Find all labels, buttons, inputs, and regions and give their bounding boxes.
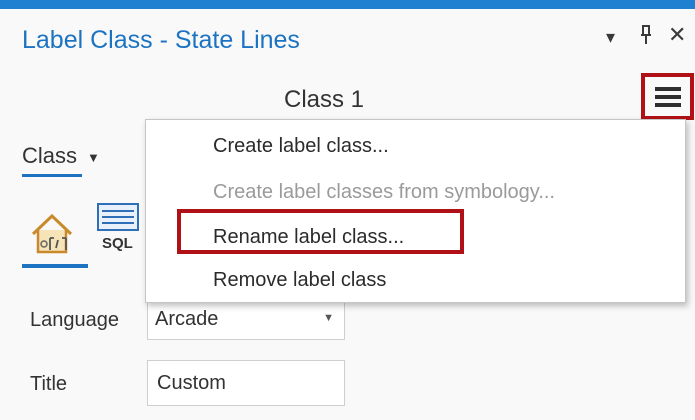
class-tab-dropdown[interactable]: Class ▼: [22, 143, 100, 169]
chevron-down-icon: ▼: [323, 312, 334, 324]
class-menu-button[interactable]: [641, 73, 694, 120]
menu-item-create-label-class[interactable]: Create label class...: [213, 135, 389, 158]
chevron-down-icon: ▼: [87, 149, 100, 165]
close-icon[interactable]: ✕: [668, 24, 686, 46]
menu-item-create-from-symbology: Create label classes from symbology...: [213, 181, 555, 203]
pin-icon[interactable]: [638, 24, 654, 50]
language-select[interactable]: Arcade ▼: [147, 298, 345, 340]
active-tool-underline: [22, 264, 88, 268]
sql-query-icon[interactable]: SQL: [96, 202, 142, 254]
class-name-heading: Class 1: [284, 86, 365, 113]
title-field[interactable]: Custom: [147, 360, 345, 406]
menu-item-remove-label-class[interactable]: Remove label class: [213, 269, 386, 292]
pane-options-dropdown-icon[interactable]: ▾: [606, 28, 615, 46]
title-value: Custom: [157, 371, 226, 394]
pane-top-border: [0, 0, 695, 9]
title-label: Title: [30, 373, 68, 395]
pane-title: Label Class - State Lines: [22, 26, 300, 54]
language-label: Language: [30, 309, 119, 331]
class-tab-label: Class: [22, 143, 78, 168]
hamburger-menu-icon: [654, 86, 681, 107]
rename-highlight-box: [177, 209, 464, 254]
class-tab-underline: [22, 174, 82, 177]
sql-icon-label: SQL: [102, 235, 133, 252]
language-value: Arcade: [155, 307, 219, 330]
label-properties-icon[interactable]: [30, 210, 76, 256]
